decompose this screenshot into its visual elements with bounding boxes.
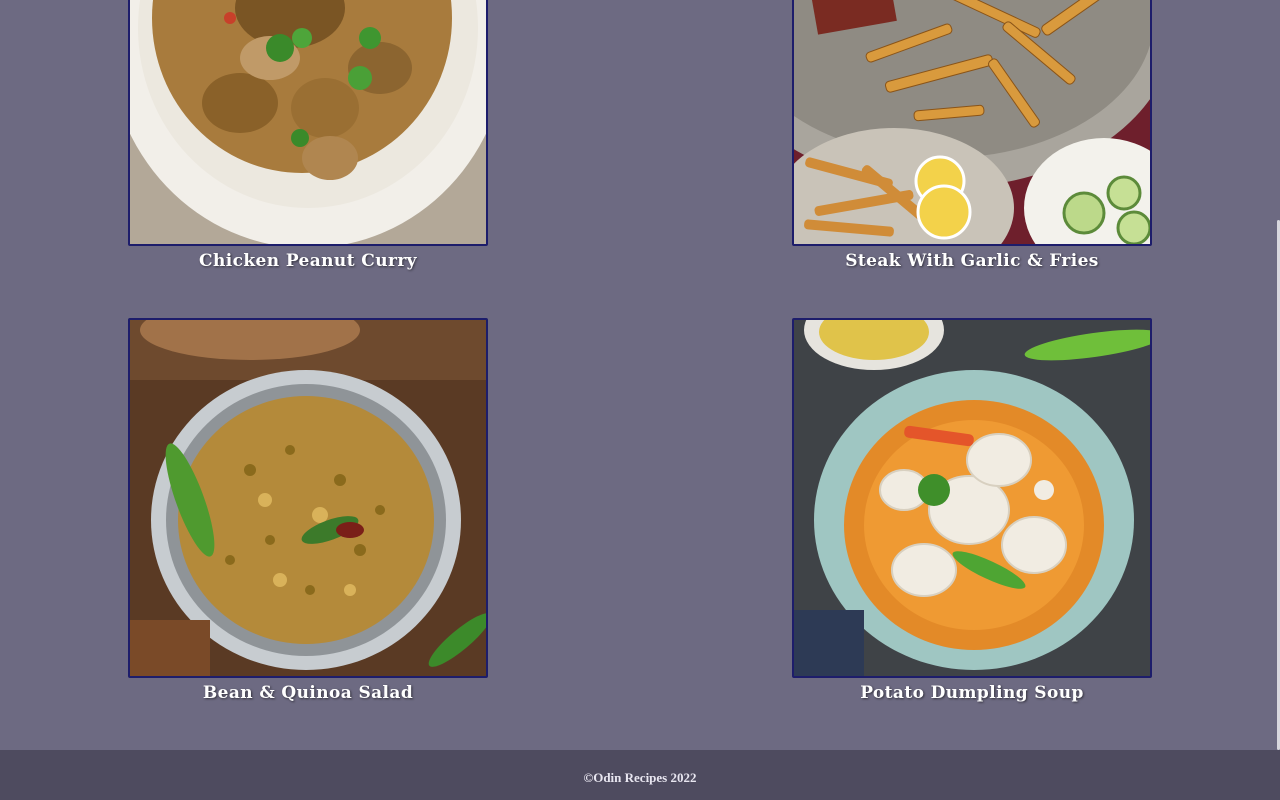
copyright-text: ©Odin Recipes 2022 [583,770,697,785]
recipe-image-steak-garlic-fries[interactable] [792,0,1152,246]
recipe-page: Chicken Peanut Curry Steak With Garlic &… [0,0,1280,800]
recipe-image-potato-dumpling-soup[interactable] [792,318,1152,678]
recipe-title[interactable]: Steak With Garlic & Fries [792,250,1152,272]
recipe-image-chicken-peanut-curry[interactable] [128,0,488,246]
recipe-title[interactable]: Chicken Peanut Curry [128,250,488,272]
recipe-card-potato-dumpling-soup: Potato Dumpling Soup [792,318,1152,704]
recipe-card-bean-quinoa-salad: Bean & Quinoa Salad [128,318,488,704]
footer: ©Odin Recipes 2022 [0,750,1280,800]
recipe-card-steak-garlic-fries: Steak With Garlic & Fries [792,0,1152,272]
dumpling-soup-picture [794,320,1150,676]
recipe-title[interactable]: Bean & Quinoa Salad [128,682,488,704]
recipe-image-bean-quinoa-salad[interactable] [128,318,488,678]
chicken-curry-picture [130,0,486,244]
bean-quinoa-picture [130,320,486,676]
recipe-card-chicken-peanut-curry: Chicken Peanut Curry [128,0,488,272]
recipe-title[interactable]: Potato Dumpling Soup [792,682,1152,704]
steak-fries-picture [794,0,1150,244]
